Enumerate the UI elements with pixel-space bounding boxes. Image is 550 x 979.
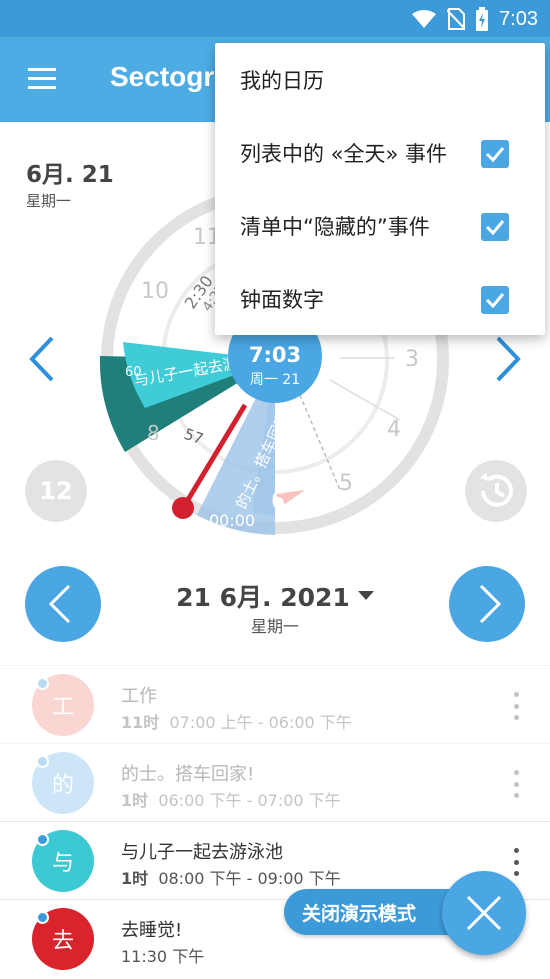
hour-6: 6 — [271, 489, 285, 514]
menu-item-label: 钟面数字 — [240, 288, 324, 312]
close-demo-mode-label: 关闭演示模式 — [302, 902, 417, 925]
history-button[interactable] — [465, 460, 527, 522]
event-title: 与儿子一起去游泳池 — [121, 842, 283, 863]
twelve-hour-label: 12 — [39, 477, 73, 505]
event-time: 1时 06:00 下午 - 07:00 下午 — [121, 787, 341, 811]
hour-5: 5 — [339, 471, 353, 496]
event-row-work[interactable]: 工 工作 11时 07:00 上午 - 06:00 下午 — [0, 665, 550, 743]
event-range: 06:00 下午 - 07:00 下午 — [158, 791, 341, 810]
event-avatar-letter: 的 — [51, 773, 74, 798]
no-sim-icon — [447, 8, 466, 30]
event-duration: 1时 — [121, 869, 149, 888]
twelve-hour-button[interactable]: 12 — [25, 460, 87, 522]
overflow-menu: 我的日历 列表中的 «全天» 事件 清单中“隐藏的”事件 钟面数字 — [215, 43, 545, 335]
previous-day-arrow-icon[interactable] — [22, 334, 62, 384]
event-range: 11:30 下午 — [121, 947, 205, 966]
event-avatar-letter: 去 — [51, 929, 74, 954]
event-indicator-dot — [36, 833, 49, 846]
menu-item-label: 我的日历 — [240, 69, 324, 93]
day-date: 6月. 21 — [26, 162, 114, 188]
battery-charging-icon — [476, 7, 489, 31]
status-icons: 7:03 — [411, 5, 538, 33]
hour-8: 8 — [147, 421, 160, 445]
dropdown-caret-icon — [357, 590, 374, 600]
menu-item-hidden-events[interactable]: 清单中“隐藏的”事件 — [215, 189, 545, 262]
center-time: 7:03 — [249, 343, 301, 367]
checkbox-checked-icon[interactable] — [481, 213, 509, 241]
event-range: 07:00 上午 - 06:00 下午 — [169, 713, 352, 732]
event-time: 1时 08:00 下午 - 09:00 下午 — [121, 865, 341, 889]
more-options-icon[interactable] — [510, 692, 522, 720]
menu-item-all-day-events[interactable]: 列表中的 «全天» 事件 — [215, 116, 545, 189]
status-time: 7:03 — [499, 7, 538, 30]
status-bar: 7:03 — [0, 0, 550, 37]
sleep-sector-label: 00:00 — [209, 511, 255, 530]
close-icon — [466, 895, 502, 931]
hour-10: 10 — [141, 279, 169, 304]
event-title: 工作 — [121, 686, 157, 707]
hamburger-menu-icon[interactable] — [26, 65, 58, 93]
event-time: 11:30 下午 — [121, 943, 204, 967]
menu-item-label: 列表中的 «全天» 事件 — [240, 142, 448, 166]
event-avatar-letter: 工 — [51, 695, 74, 720]
close-fab-button[interactable] — [442, 871, 526, 955]
day-weekday: 星期一 — [26, 192, 72, 210]
checkbox-checked-icon[interactable] — [481, 140, 509, 168]
hour-3: 3 — [405, 347, 419, 372]
chevron-right-icon — [479, 584, 502, 624]
center-day: 周一 21 — [250, 372, 300, 388]
event-title: 的士。搭车回家! — [121, 764, 255, 785]
menu-item-clock-numbers[interactable]: 钟面数字 — [215, 262, 545, 335]
event-duration: 1时 — [121, 791, 149, 810]
event-avatar-letter: 与 — [51, 851, 74, 876]
next-date-button[interactable] — [449, 566, 525, 642]
event-row-taxi[interactable]: 的 的士。搭车回家! 1时 06:00 下午 - 07:00 下午 — [0, 743, 550, 821]
hour-4: 4 — [387, 417, 401, 442]
date-selector-label: 21 6月. 2021 — [176, 583, 350, 612]
event-indicator-dot — [36, 755, 49, 768]
history-icon — [480, 473, 513, 507]
event-indicator-dot — [36, 911, 49, 924]
checkbox-checked-icon[interactable] — [481, 286, 509, 314]
clock-hand-knob[interactable] — [172, 497, 194, 519]
menu-item-label: 清单中“隐藏的”事件 — [240, 215, 430, 239]
next-day-arrow-icon[interactable] — [488, 334, 528, 384]
wifi-icon — [412, 10, 437, 28]
event-time: 11时 07:00 上午 - 06:00 下午 — [121, 709, 352, 733]
more-options-icon[interactable] — [510, 770, 522, 798]
menu-item-my-calendars[interactable]: 我的日历 — [215, 43, 545, 116]
event-range: 08:00 下午 - 09:00 下午 — [158, 869, 341, 888]
event-title: 去睡觉! — [121, 920, 183, 941]
event-indicator-dot — [36, 677, 49, 690]
event-duration: 11时 — [121, 713, 160, 732]
